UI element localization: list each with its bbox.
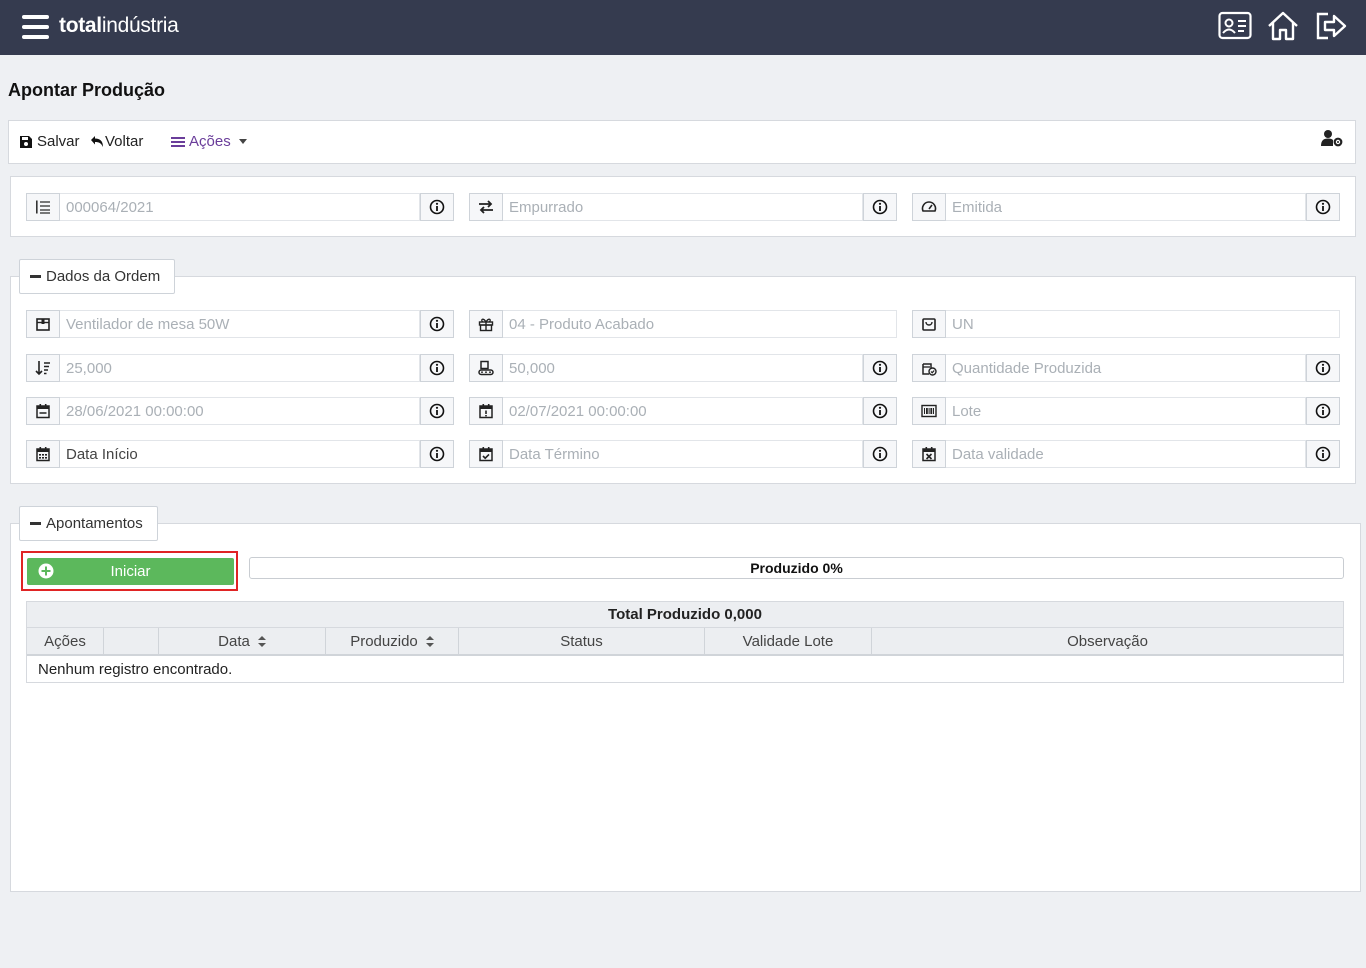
calendar-grid-icon — [26, 440, 60, 468]
lot-field: Lote — [912, 397, 1340, 425]
capacity-quantity-field: 50,000 — [469, 354, 897, 382]
info-icon[interactable] — [863, 397, 897, 425]
planned-quantity-input[interactable]: 25,000 — [60, 354, 420, 382]
planned-end-field: 02/07/2021 00:00:00 — [469, 397, 897, 425]
produced-quantity-field: Quantidade Produzida — [912, 354, 1340, 382]
undo-icon — [91, 135, 103, 147]
end-date-field: Data Término — [469, 440, 897, 468]
box-icon — [26, 310, 60, 338]
brand-logo[interactable]: totalindústria — [59, 14, 179, 38]
gift-icon — [469, 310, 503, 338]
home-icon[interactable] — [1266, 11, 1300, 41]
actions-dropdown[interactable]: Ações — [171, 133, 247, 150]
order-summary-panel: 000064/2021 Empurrado Emitida — [10, 176, 1356, 237]
plus-circle-icon — [38, 563, 54, 579]
column-header-blank — [104, 628, 159, 654]
appointments-toggle[interactable]: Apontamentos — [19, 506, 158, 541]
planned-end-input[interactable]: 02/07/2021 00:00:00 — [503, 397, 863, 425]
info-icon[interactable] — [863, 354, 897, 382]
info-icon[interactable] — [420, 310, 454, 338]
table-header: Ações Data Produzido Status Validade Lot… — [27, 628, 1343, 656]
planned-quantity-field: 25,000 — [26, 354, 454, 382]
list-icon — [171, 136, 185, 147]
info-icon[interactable] — [420, 193, 454, 221]
start-button[interactable]: Iniciar — [27, 558, 234, 585]
product-input[interactable]: Ventilador de mesa 50W — [60, 310, 420, 338]
calendar-check-icon — [469, 440, 503, 468]
appointments-table: Total Produzido 0,000 Ações Data Produzi… — [26, 601, 1344, 683]
info-icon[interactable] — [420, 397, 454, 425]
start-date-field: Data Início — [26, 440, 454, 468]
logout-icon[interactable] — [1314, 11, 1348, 41]
production-progress-bar: Produzido 0% — [249, 557, 1344, 579]
order-number-input[interactable]: 000064/2021 — [60, 193, 420, 221]
exchange-icon — [469, 193, 503, 221]
calendar-x-icon — [912, 440, 946, 468]
order-type-field: Empurrado — [469, 193, 897, 221]
info-icon[interactable] — [420, 440, 454, 468]
top-navbar: totalindústria — [0, 0, 1366, 55]
column-header-observation: Observação — [1067, 632, 1148, 650]
back-button[interactable]: Voltar — [90, 133, 143, 150]
sort-icon — [257, 635, 266, 647]
numbered-list-icon — [26, 193, 60, 221]
order-type-input[interactable]: Empurrado — [503, 193, 863, 221]
order-data-panel: Ventilador de mesa 50W 04 - Produto Acab… — [10, 276, 1356, 484]
produced-quantity-input[interactable]: Quantidade Produzida — [946, 354, 1306, 382]
start-button-highlight: Iniciar — [21, 551, 238, 591]
order-number-field: 000064/2021 — [26, 193, 454, 221]
product-type-input[interactable]: 04 - Produto Acabado — [503, 310, 897, 338]
minus-icon — [30, 522, 41, 525]
info-icon[interactable] — [1306, 354, 1340, 382]
save-button[interactable]: Salvar — [19, 133, 80, 150]
id-card-icon[interactable] — [1218, 11, 1252, 41]
column-header-status: Status — [459, 628, 705, 654]
info-icon[interactable] — [1306, 440, 1340, 468]
product-field: Ventilador de mesa 50W — [26, 310, 454, 338]
info-icon[interactable] — [1306, 193, 1340, 221]
order-status-input[interactable]: Emitida — [946, 193, 1306, 221]
table-caption: Total Produzido 0,000 — [27, 602, 1343, 628]
end-date-input[interactable]: Data Término — [503, 440, 863, 468]
lot-input[interactable]: Lote — [946, 397, 1306, 425]
column-header-actions: Ações — [27, 628, 104, 654]
bag-icon — [912, 310, 946, 338]
expiry-date-field: Data validade — [912, 440, 1340, 468]
user-settings-icon[interactable] — [1321, 129, 1343, 147]
planned-start-input[interactable]: 28/06/2021 00:00:00 — [60, 397, 420, 425]
start-date-input[interactable]: Data Início — [60, 440, 420, 468]
order-data-toggle[interactable]: Dados da Ordem — [19, 259, 176, 294]
conveyor-icon — [469, 354, 503, 382]
minus-icon — [30, 275, 41, 278]
info-icon[interactable] — [863, 193, 897, 221]
expiry-date-input[interactable]: Data validade — [946, 440, 1306, 468]
unit-input[interactable]: UN — [946, 310, 1340, 338]
barcode-icon — [912, 397, 946, 425]
column-header-lot-validity: Validade Lote — [705, 628, 872, 654]
sort-amount-icon — [26, 354, 60, 382]
column-header-produced[interactable]: Produzido — [326, 628, 459, 654]
planned-start-field: 28/06/2021 00:00:00 — [26, 397, 454, 425]
order-status-field: Emitida — [912, 193, 1340, 221]
product-type-field: 04 - Produto Acabado — [469, 310, 897, 338]
column-header-date[interactable]: Data — [159, 628, 326, 654]
info-icon[interactable] — [420, 354, 454, 382]
chevron-down-icon — [238, 139, 247, 144]
capacity-quantity-input[interactable]: 50,000 — [503, 354, 863, 382]
page-title: Apontar Produção — [8, 80, 166, 100]
gauge-icon — [912, 193, 946, 221]
info-icon[interactable] — [863, 440, 897, 468]
save-icon — [20, 135, 32, 148]
box-check-icon — [912, 354, 946, 382]
calendar-alert-icon — [469, 397, 503, 425]
info-icon[interactable] — [1306, 397, 1340, 425]
empty-table-message: Nenhum registro encontrado. — [38, 660, 233, 678]
unit-field: UN — [912, 310, 1340, 338]
action-toolbar: Salvar Voltar Ações — [8, 120, 1356, 164]
sort-icon — [425, 635, 434, 647]
calendar-icon — [26, 397, 60, 425]
menu-icon[interactable] — [22, 15, 49, 39]
